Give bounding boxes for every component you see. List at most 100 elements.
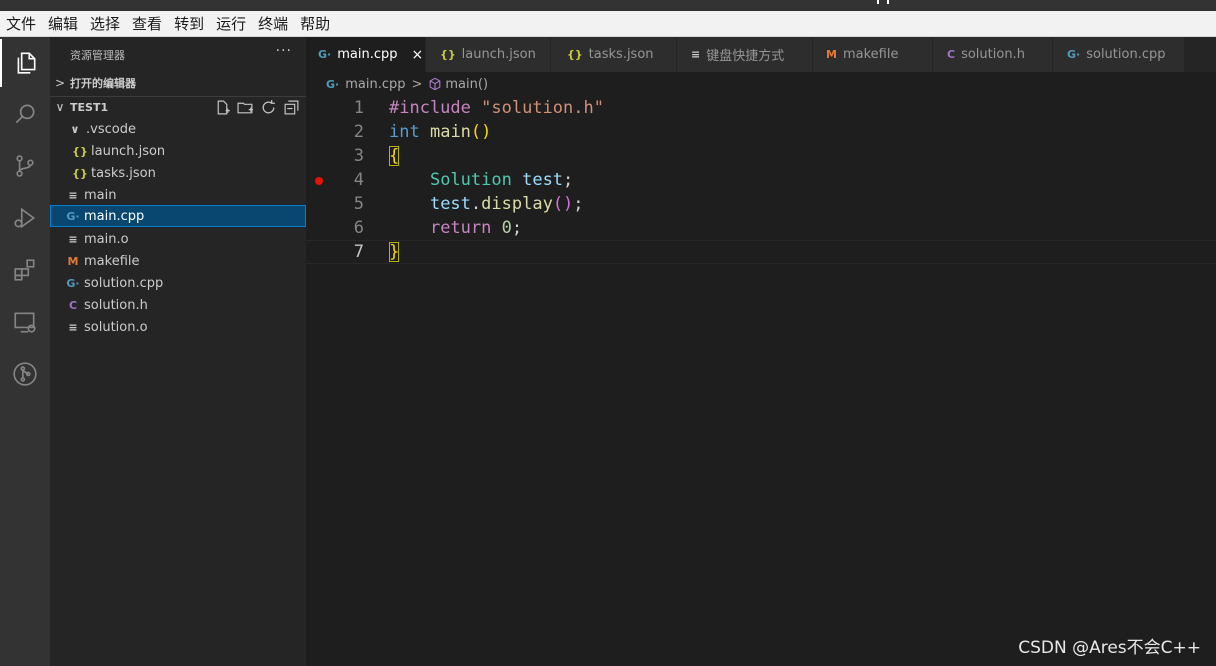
- explorer-icon[interactable]: [0, 39, 50, 87]
- tab-label: launch.json: [461, 47, 536, 62]
- close-icon[interactable]: ×: [411, 47, 423, 63]
- header-file-icon: C: [947, 48, 956, 61]
- menu-selection[interactable]: 选择: [90, 13, 120, 34]
- collapse-all-icon[interactable]: [283, 99, 300, 116]
- menu-view[interactable]: 查看: [132, 13, 162, 34]
- open-editors-section[interactable]: > 打开的编辑器: [50, 72, 306, 94]
- token-preprocessor: #include: [389, 98, 471, 118]
- tree-item-launch-json[interactable]: {} launch.json: [50, 140, 306, 162]
- tab-makefile[interactable]: M makefile: [813, 37, 933, 72]
- code-line-current: 7 }: [306, 240, 1216, 264]
- token-punctuation: .: [470, 194, 482, 214]
- code-line: 3 {: [306, 144, 1216, 168]
- menu-help[interactable]: 帮助: [300, 13, 330, 34]
- menu-edit[interactable]: 编辑: [48, 13, 78, 34]
- tab-label: tasks.json: [588, 47, 654, 62]
- tree-item-main-o[interactable]: ≡ main.o: [50, 228, 306, 250]
- tab-tasks-json[interactable]: {} tasks.json: [551, 37, 677, 72]
- tab-main-cpp[interactable]: G· main.cpp ×: [306, 37, 426, 72]
- code-line: 1 #include "solution.h": [306, 96, 1216, 120]
- token-bracket: (): [470, 122, 492, 142]
- folder-section[interactable]: ∨ TEST1: [50, 96, 306, 118]
- json-file-icon: {}: [72, 144, 88, 158]
- code-editor[interactable]: 1 #include "solution.h" 2 int main() 3 {…: [306, 96, 1216, 666]
- code-text: return 0;: [389, 218, 522, 238]
- menu-run[interactable]: 运行: [216, 13, 246, 34]
- token-punctuation: ;: [511, 218, 523, 238]
- code-line: 6 return 0;: [306, 216, 1216, 240]
- tab-solution-h[interactable]: C solution.h: [933, 37, 1053, 72]
- breadcrumb-symbol[interactable]: main(): [445, 77, 488, 92]
- symbol-method-icon: [430, 77, 441, 91]
- menu-terminal[interactable]: 终端: [258, 13, 288, 34]
- open-editors-label: 打开的编辑器: [70, 77, 136, 90]
- tree-item-main[interactable]: ≡ main: [50, 184, 306, 206]
- token-function: display: [481, 194, 553, 214]
- menu-file[interactable]: 文件: [6, 13, 36, 34]
- code-line: 4 Solution test;: [306, 168, 1216, 192]
- token-function: main: [429, 122, 471, 142]
- source-control-icon[interactable]: [0, 142, 50, 190]
- breadcrumb: G· main.cpp > main(): [306, 72, 1216, 96]
- tree-item-label: makefile: [84, 253, 140, 269]
- tree-item-solution-o[interactable]: ≡ solution.o: [50, 316, 306, 338]
- json-file-icon: {}: [567, 48, 583, 61]
- tab-label: main.cpp: [337, 47, 398, 62]
- code-text: test.display();: [389, 194, 584, 214]
- git-graph-icon[interactable]: [0, 350, 50, 398]
- tree-item-solution-h[interactable]: C solution.h: [50, 294, 306, 316]
- code-text: Solution test;: [389, 170, 573, 190]
- line-number: 3: [353, 146, 364, 166]
- keyboard-shortcuts-icon: ≡: [691, 48, 701, 61]
- chevron-down-icon: ∨: [55, 100, 65, 114]
- search-icon[interactable]: [0, 90, 50, 138]
- line-number: 6: [353, 218, 364, 238]
- cpp-file-icon: G·: [1067, 48, 1081, 61]
- token-bracket-matched: }: [389, 242, 400, 262]
- tree-item-label: tasks.json: [91, 165, 156, 181]
- code-text: int main(): [389, 122, 491, 142]
- tab-keyboard-shortcuts[interactable]: ≡ 键盘快捷方式: [677, 37, 813, 72]
- token-keyword: int: [389, 122, 420, 142]
- line-number: 2: [353, 122, 364, 142]
- menu-go[interactable]: 转到: [174, 13, 204, 34]
- new-folder-icon[interactable]: [237, 99, 254, 116]
- token-punctuation: ;: [573, 194, 584, 214]
- breadcrumb-separator: >: [411, 76, 423, 92]
- breadcrumb-file[interactable]: main.cpp: [345, 77, 405, 92]
- tab-label: 键盘快捷方式: [706, 49, 785, 64]
- tree-item-label: launch.json: [91, 143, 166, 159]
- token-punctuation: ;: [563, 170, 574, 190]
- folder-toolbar: [214, 96, 300, 118]
- tree-folder-vscode[interactable]: ∨ .vscode: [50, 118, 306, 140]
- token-bracket: (): [552, 194, 574, 214]
- tree-item-label: main: [84, 187, 117, 203]
- run-debug-icon[interactable]: [0, 194, 50, 242]
- refresh-icon[interactable]: [260, 99, 277, 116]
- token-variable: test: [429, 194, 471, 214]
- tree-item-makefile[interactable]: M makefile: [50, 250, 306, 272]
- explorer-sidebar: 资源管理器 ··· > 打开的编辑器 ∨ TEST1 ∨ .vscode {} …: [50, 37, 306, 666]
- tree-item-label: solution.h: [84, 297, 148, 313]
- tree-item-main-cpp[interactable]: G· main.cpp: [50, 205, 306, 227]
- token-type: Solution: [429, 170, 512, 190]
- chevron-right-icon: >: [54, 76, 66, 90]
- sidebar-title: 资源管理器: [70, 49, 125, 62]
- tree-item-tasks-json[interactable]: {} tasks.json: [50, 162, 306, 184]
- token-number: 0: [501, 218, 512, 238]
- json-file-icon: {}: [72, 166, 88, 180]
- tree-item-solution-cpp[interactable]: G· solution.cpp: [50, 272, 306, 294]
- code-text: #include "solution.h": [389, 98, 604, 118]
- new-file-icon[interactable]: [214, 99, 231, 116]
- remote-explorer-icon[interactable]: [0, 298, 50, 346]
- text-file-icon: ≡: [68, 188, 78, 202]
- extensions-icon[interactable]: [0, 246, 50, 294]
- tab-solution-cpp[interactable]: G· solution.cpp: [1053, 37, 1185, 72]
- chevron-down-icon: ∨: [70, 122, 80, 136]
- line-number: 5: [353, 194, 364, 214]
- makefile-icon: M: [826, 48, 837, 61]
- tab-launch-json[interactable]: {} launch.json: [426, 37, 551, 72]
- more-actions-button[interactable]: ···: [276, 43, 292, 59]
- breakpoint-icon[interactable]: [315, 177, 323, 185]
- tree-item-label: main.o: [84, 231, 129, 247]
